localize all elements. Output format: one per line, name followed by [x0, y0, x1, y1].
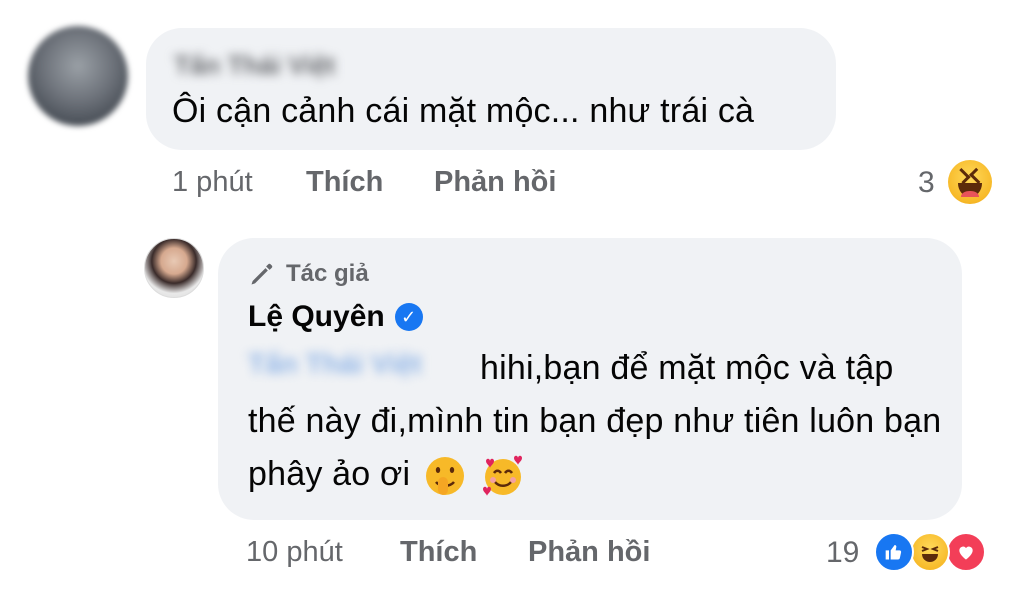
reply-button[interactable]: Phản hồi	[434, 166, 556, 199]
like-label: Thích	[306, 166, 384, 198]
shushing-face-emoji	[425, 457, 464, 496]
reaction-count[interactable]: 3	[918, 166, 935, 200]
reply-reactions[interactable]	[874, 532, 994, 572]
reply-author-row: Lệ Quyên ✓	[248, 300, 423, 334]
reply-reply-button[interactable]: Phản hồi	[528, 536, 650, 569]
reply-label: Phản hồi	[434, 166, 557, 198]
comment-time[interactable]: 1 phút	[172, 166, 253, 199]
reply-text: hihi,bạn để mặt mộc và tập thế này đi,mì…	[248, 342, 948, 501]
reply-author-name[interactable]: Lệ Quyên	[248, 300, 385, 334]
like-icon	[874, 532, 914, 572]
reply-reaction-count[interactable]: 19	[826, 536, 859, 570]
haha-icon	[910, 532, 950, 572]
like-button[interactable]: Thích	[306, 166, 383, 199]
author-badge-label: Tác giả	[286, 260, 369, 287]
commenter-name[interactable]: Tấn Thái Việt	[174, 50, 374, 80]
author-avatar[interactable]	[144, 238, 204, 298]
author-badge: Tác giả	[248, 260, 369, 288]
reply-like-button[interactable]: Thích	[400, 536, 477, 569]
pencil-icon	[251, 263, 273, 285]
verified-check-icon: ✓	[394, 303, 423, 331]
love-icon	[946, 532, 986, 572]
comment-text: Ôi cận cảnh cái mặt mộc... như trái cà	[172, 92, 755, 130]
reply-bubble: Tác giả Lệ Quyên ✓ Tấn Thái Việt hihi,bạ…	[218, 238, 962, 520]
reply-time-label: 10 phút	[246, 536, 343, 568]
reply-time[interactable]: 10 phút	[246, 536, 343, 569]
smiling-face-with-hearts-emoji	[482, 455, 522, 497]
haha-emoji-icon[interactable]	[948, 160, 992, 204]
comment-bubble: Tấn Thái Việt Ôi cận cảnh cái mặt mộc...…	[146, 28, 836, 150]
comment-time-label: 1 phút	[172, 166, 253, 198]
reply-text-content: hihi,bạn để mặt mộc và tập thế này đi,mì…	[248, 349, 942, 493]
haha-mouth	[957, 182, 983, 198]
reply-like-label: Thích	[400, 536, 478, 568]
commenter-avatar[interactable]	[28, 26, 128, 126]
reply-reply-label: Phản hồi	[528, 536, 651, 568]
